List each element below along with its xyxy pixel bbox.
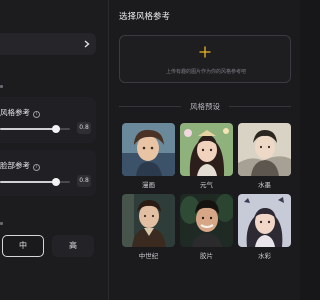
slider-thumb[interactable] — [52, 125, 60, 133]
quality-selector: 中 高 — [0, 235, 100, 257]
style-reference-slider[interactable] — [0, 125, 70, 133]
slider-fill — [0, 128, 56, 130]
preset-item-energetic[interactable]: 元气 — [180, 123, 233, 189]
preset-thumbnail-ink — [238, 123, 291, 176]
preset-item-watercolor[interactable]: 水彩 — [238, 194, 291, 260]
upload-hint: 上传有趣的图片作为你的风格参考吧 — [165, 69, 246, 75]
chevron-right-icon — [84, 40, 90, 48]
preset-item-film[interactable]: 胶片 — [180, 194, 233, 260]
settings-dropdown[interactable] — [0, 33, 96, 55]
preset-item-ink[interactable]: 水墨 — [238, 123, 291, 189]
quality-medium-button[interactable]: 中 — [2, 235, 44, 257]
preset-item-medieval[interactable]: 中世纪 — [122, 194, 175, 260]
divider-line — [229, 106, 291, 107]
face-reference-slider[interactable] — [0, 178, 70, 186]
quality-high-button[interactable]: 高 — [52, 235, 94, 257]
preset-label: 元气 — [200, 181, 213, 189]
preset-label: 漫画 — [142, 181, 155, 189]
info-icon[interactable]: i — [33, 111, 40, 118]
preset-thumbnail-watercolor — [238, 194, 291, 247]
section-marker — [0, 85, 3, 88]
preset-thumbnail-energetic — [180, 123, 233, 176]
preset-label: 中世纪 — [138, 252, 159, 260]
plus-icon — [199, 46, 211, 58]
face-reference-value[interactable]: 0.8 — [77, 175, 91, 187]
info-icon[interactable]: i — [33, 164, 40, 171]
face-reference-section: 脸部参考 i 0.8 — [0, 150, 96, 196]
style-reference-section: 风格参考 i 0.8 — [0, 97, 96, 143]
preset-thumbnail-film — [180, 194, 233, 247]
upload-reference-area[interactable]: 上传有趣的图片作为你的风格参考吧 — [119, 35, 291, 83]
preset-label: 水彩 — [258, 252, 271, 260]
presets-divider: 风格预设 — [119, 101, 291, 111]
style-reference-value[interactable]: 0.8 — [77, 122, 91, 134]
style-reference-picker: 选择风格参考 上传有趣的图片作为你的风格参考吧 风格预设 漫画 元气 水墨 中世… — [108, 0, 300, 300]
section-marker — [0, 222, 3, 225]
panel-title: 选择风格参考 — [119, 12, 171, 22]
preset-thumbnail-comic — [122, 123, 175, 176]
preset-thumbnail-medieval — [122, 194, 175, 247]
slider-fill — [0, 181, 56, 183]
preset-label: 胶片 — [200, 252, 213, 260]
settings-panel: 风格参考 i 0.8 脸部参考 i 0.8 中 高 — [0, 0, 108, 300]
preset-label: 水墨 — [258, 181, 271, 189]
style-reference-label: 风格参考 i — [0, 107, 40, 118]
preset-item-comic[interactable]: 漫画 — [122, 123, 175, 189]
slider-thumb[interactable] — [52, 178, 60, 186]
face-reference-label: 脸部参考 i — [0, 160, 40, 171]
